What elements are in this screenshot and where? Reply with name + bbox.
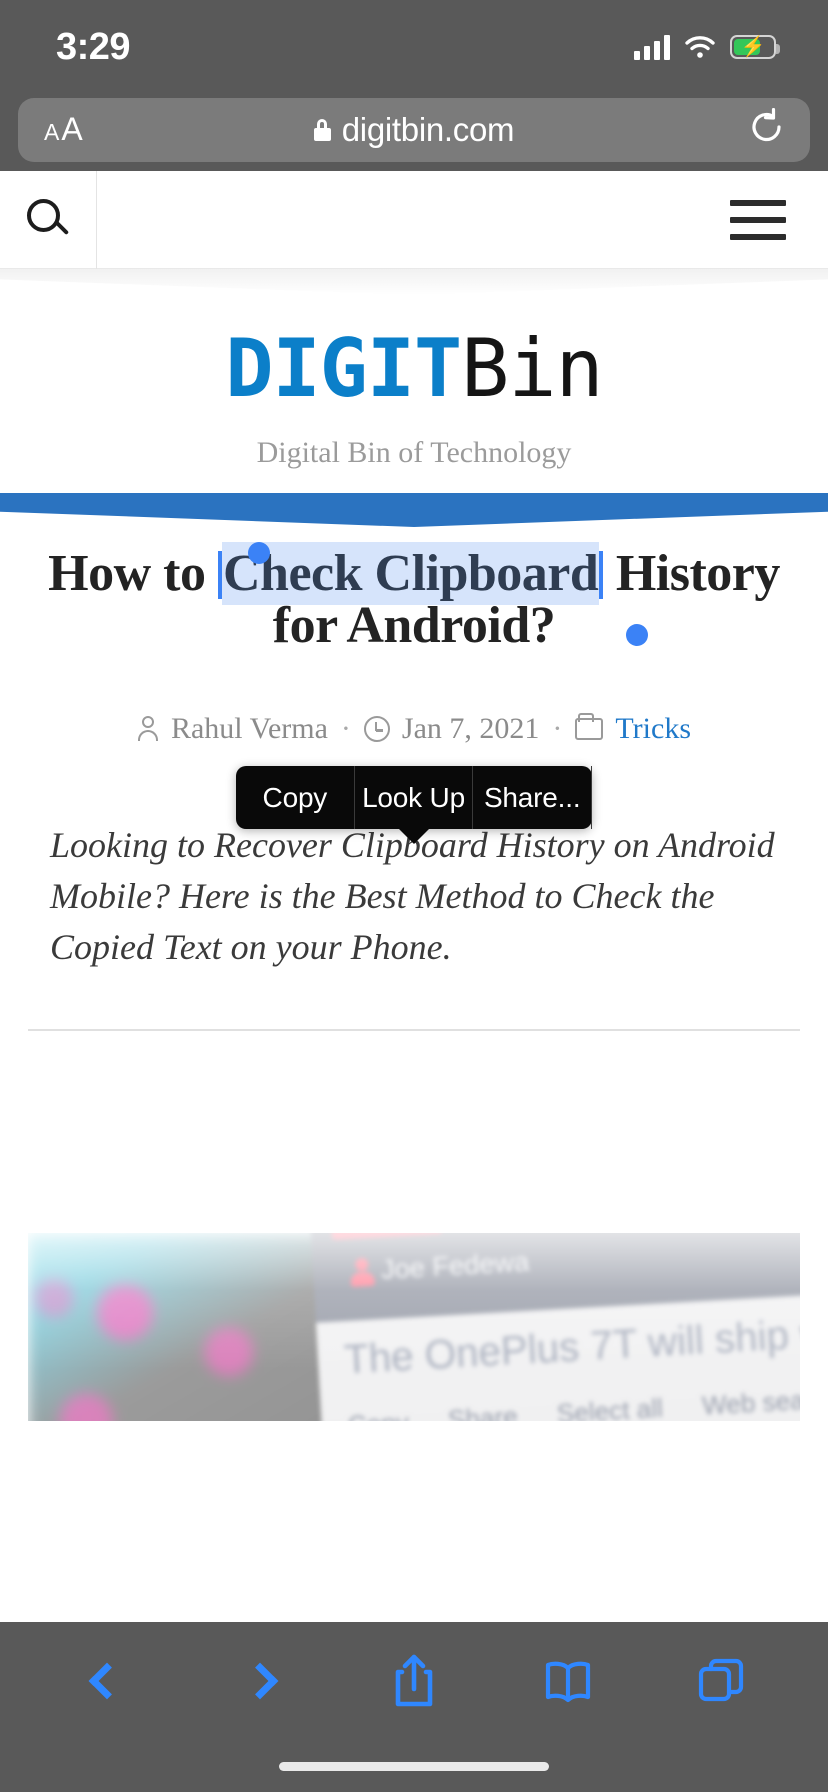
featured-image[interactable]: 4/2019 10:50am Joe Fedewa The OnePlus 7T…	[28, 1233, 800, 1421]
context-menu-item-share[interactable]: Share...	[473, 766, 593, 829]
author-name: Rahul Verma	[170, 712, 328, 745]
clock-icon	[363, 716, 390, 742]
phone-context-menu: Copy Share Select all Web search	[347, 1383, 800, 1421]
site-branding[interactable]: DIGITBin Digital Bin of Technology	[0, 295, 828, 470]
site-tagline: Digital Bin of Technology	[256, 436, 572, 469]
logo-text-secondary: Bin	[461, 322, 603, 415]
article-meta: Rahul Verma · Jan 7, 2021 · Tricks	[28, 712, 800, 746]
home-indicator	[279, 1762, 549, 1771]
site-logo[interactable]: DIGITBin	[0, 329, 828, 409]
share-icon	[395, 1654, 433, 1707]
tabs-button[interactable]	[675, 1635, 767, 1727]
text-selection-context-menu[interactable]: Copy Look Up Share...	[236, 766, 593, 844]
folder-icon	[575, 713, 604, 740]
lock-icon	[313, 118, 331, 141]
publish-date: Jan 7, 2021	[401, 712, 540, 745]
site-navigation-bar	[0, 171, 828, 269]
context-menu-item-copy[interactable]: Copy	[236, 766, 355, 829]
site-search-button[interactable]	[0, 171, 97, 269]
browser-bottom-toolbar	[0, 1622, 828, 1792]
url-text: digitbin.com	[341, 110, 515, 148]
page-title[interactable]: How to Check Clipboard History for Andro…	[28, 542, 800, 652]
featured-image-bokeh	[28, 1233, 353, 1421]
back-button[interactable]	[61, 1635, 153, 1727]
headline-prefix: How to	[48, 545, 218, 602]
meta-separator-1: ·	[340, 712, 351, 745]
phone-menu-share: Share	[447, 1402, 519, 1421]
context-menu-arrow	[397, 827, 431, 844]
search-icon	[27, 198, 70, 241]
phone-menu-web-search: Web search	[701, 1383, 800, 1421]
selection-handle-end[interactable]	[626, 624, 648, 646]
reload-button[interactable]	[750, 107, 784, 152]
meta-separator-2: ·	[552, 712, 563, 745]
text-size-button[interactable]: AA	[44, 111, 83, 148]
selection-handle-start[interactable]	[248, 542, 270, 564]
chevron-left-icon	[88, 1662, 126, 1700]
forward-button[interactable]	[214, 1635, 306, 1727]
selection-caret-start	[217, 551, 222, 599]
cellular-bars-icon	[634, 34, 670, 60]
divider-rule	[28, 1029, 800, 1032]
context-menu-item-look-up[interactable]: Look Up	[355, 766, 474, 829]
battery-charging-icon: ⚡	[730, 35, 780, 59]
browser-address-bar: AA digitbin.com	[0, 88, 828, 171]
tabs-icon	[699, 1658, 744, 1702]
blue-banner-divider	[0, 493, 828, 527]
nav-shadow	[0, 269, 828, 295]
hamburger-menu-icon[interactable]	[730, 199, 786, 240]
url-display: digitbin.com	[18, 111, 810, 149]
share-button[interactable]	[368, 1635, 460, 1727]
text-size-large-a: A	[61, 111, 83, 147]
book-icon	[545, 1661, 590, 1703]
category-link[interactable]: Tricks	[615, 712, 691, 746]
phone-menu-copy: Copy	[347, 1408, 410, 1421]
headline-selected-text[interactable]: Check Clipboard	[222, 543, 599, 604]
status-time: 3:29	[56, 25, 131, 68]
phone-avatar-icon	[349, 1257, 375, 1287]
phone-headline: The OnePlus 7T will ship wit	[343, 1309, 800, 1382]
text-size-small-a: A	[44, 119, 60, 145]
web-page-content: DIGITBin Digital Bin of Technology How t…	[0, 171, 828, 1421]
featured-image-phone-screen: 4/2019 10:50am Joe Fedewa The OnePlus 7T…	[310, 1233, 800, 1421]
bookmarks-button[interactable]	[522, 1635, 614, 1727]
status-bar: 3:29 ⚡	[0, 0, 828, 88]
logo-text-primary: DIGIT	[225, 322, 462, 415]
status-indicators: ⚡	[634, 28, 780, 60]
chevron-right-icon	[242, 1662, 279, 1700]
wifi-icon	[684, 35, 716, 59]
url-field[interactable]: AA digitbin.com	[18, 97, 810, 162]
person-icon	[137, 716, 159, 742]
phone-menu-select-all: Select all	[556, 1393, 665, 1421]
